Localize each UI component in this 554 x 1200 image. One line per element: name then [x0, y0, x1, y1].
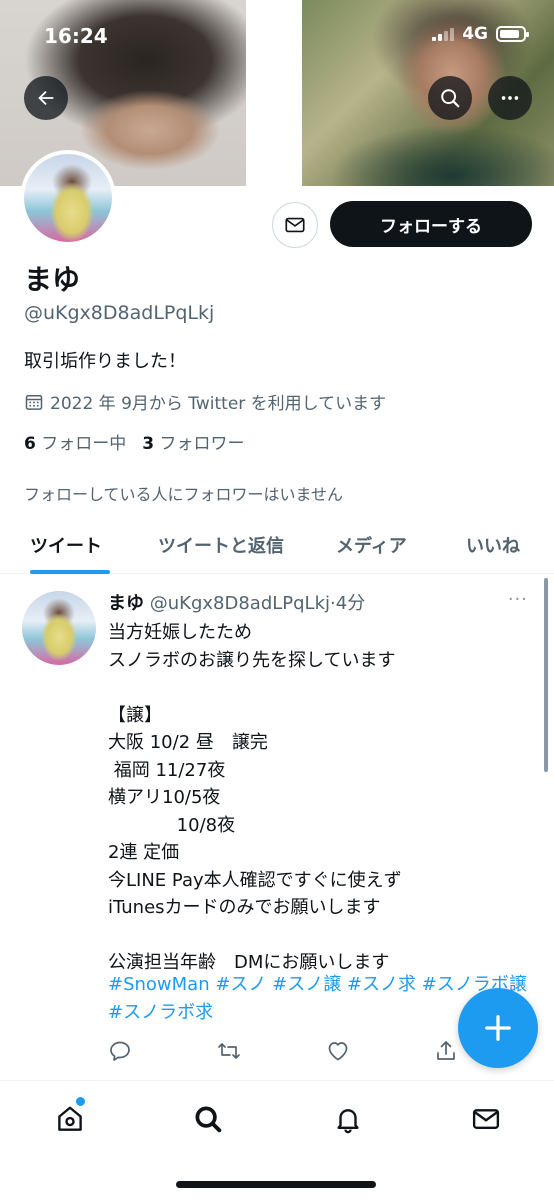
profile-handle: @uKgx8D8adLPqLkj [24, 302, 215, 324]
like-button[interactable] [326, 1039, 350, 1067]
bell-icon [337, 1109, 359, 1134]
home-icon [58, 1106, 82, 1131]
search-button[interactable] [428, 76, 472, 120]
followers-label: フォロワー [159, 434, 245, 454]
follow-button[interactable]: フォローする [330, 201, 532, 247]
profile-tabs: ツイート ツイートと返信 メディア いいね [0, 518, 554, 574]
followers-link[interactable]: 3 フォロワー [142, 429, 244, 454]
message-button[interactable] [272, 202, 318, 248]
reply-button[interactable] [108, 1039, 132, 1067]
arrow-left-icon [38, 90, 54, 106]
retweet-icon [218, 1043, 240, 1059]
share-button[interactable] [434, 1039, 458, 1067]
tab-tweets[interactable]: ツイート [30, 532, 102, 558]
heart-icon [328, 1042, 348, 1061]
tweet-actions [108, 1039, 458, 1065]
reply-icon [110, 1041, 130, 1061]
tweet-text: 当方妊娠したため スノラボのお譲り先を探しています 【譲】 大阪 10/2 昼 … [108, 622, 402, 973]
joined-date: 2022 年 9月から Twitter を利用しています [24, 389, 386, 414]
profile-bio: 取引垢作りました！ [24, 351, 186, 372]
nav-notifications[interactable] [328, 1099, 368, 1139]
calendar-icon [25, 394, 43, 410]
tweet-more-button[interactable]: ··· [508, 589, 528, 610]
following-label: フォロー中 [41, 434, 127, 454]
retweet-button[interactable] [216, 1039, 242, 1067]
search-icon [441, 89, 460, 108]
tweet-author-name[interactable]: まゆ [108, 593, 144, 614]
nav-search[interactable] [188, 1099, 228, 1139]
battery-icon [496, 26, 529, 42]
more-horizontal-icon [501, 96, 519, 100]
share-icon [437, 1041, 455, 1060]
follow-counts: 6 フォロー中 3 フォロワー [24, 429, 245, 454]
profile-avatar[interactable] [20, 150, 116, 246]
search-icon [195, 1106, 222, 1133]
network-type: 4G [462, 24, 488, 44]
nav-home[interactable] [50, 1097, 90, 1139]
status-time: 16:24 [44, 24, 108, 48]
banner-divider [246, 0, 302, 186]
display-name: まゆ [24, 263, 81, 296]
nav-messages[interactable] [466, 1099, 506, 1139]
tweet-time: 4分 [335, 593, 366, 614]
plus-icon [485, 1015, 511, 1041]
followers-you-know-note: フォローしている人にフォロワーはいません [24, 485, 344, 504]
following-link[interactable]: 6 フォロー中 [24, 429, 126, 454]
status-indicators: 4G [432, 24, 529, 44]
compose-tweet-button[interactable] [458, 988, 538, 1068]
more-options-button[interactable] [488, 76, 532, 120]
home-indicator [176, 1181, 376, 1188]
tab-likes[interactable]: いいね [466, 532, 520, 558]
tweet-author-handle: @uKgx8D8adLPqLkj [149, 593, 331, 614]
active-tab-indicator [30, 570, 110, 574]
following-count: 6 [24, 434, 36, 454]
back-button[interactable] [24, 76, 68, 120]
tab-media[interactable]: メディア [336, 532, 407, 558]
tab-tweets-and-replies[interactable]: ツイートと返信 [158, 532, 284, 558]
signal-icon [432, 27, 455, 41]
home-notification-dot [76, 1097, 85, 1106]
tweet-avatar[interactable] [22, 591, 96, 665]
envelope-icon [472, 1109, 500, 1129]
tweet-header: まゆ @uKgx8D8adLPqLkj·4分 [108, 589, 365, 615]
joined-text: 2022 年 9月から Twitter を利用しています [50, 394, 387, 414]
envelope-icon [285, 217, 305, 233]
scrollbar[interactable] [544, 578, 548, 772]
followers-count: 3 [142, 434, 155, 454]
